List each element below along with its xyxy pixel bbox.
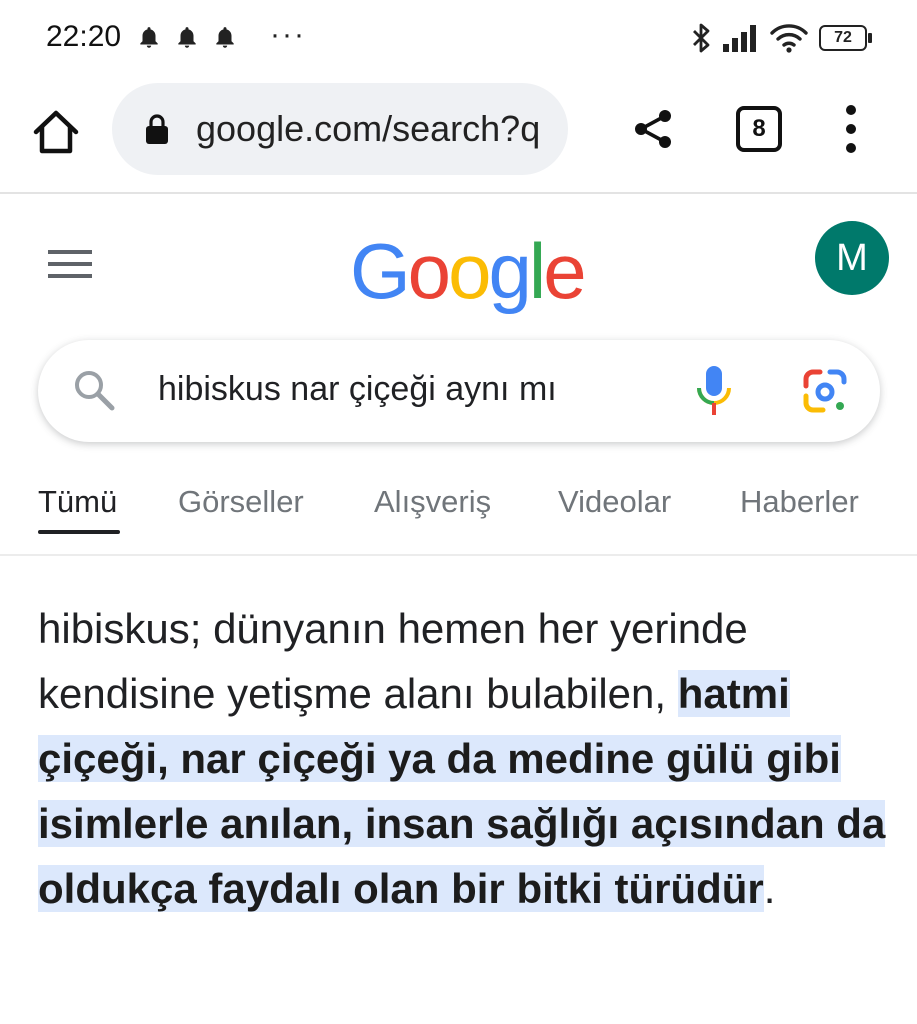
google-logo[interactable]: Google <box>350 226 587 317</box>
logo-letter: G <box>350 227 411 315</box>
tab-count: 8 <box>752 115 766 142</box>
snippet-text: hibiskus; dünyanın hemen her yerinde ken… <box>38 605 748 717</box>
bluetooth-icon <box>693 23 710 53</box>
tab-images[interactable]: Görseller <box>178 484 304 520</box>
search-tabs: Tümü Görseller Alışveriş Videolar Haberl… <box>0 468 917 556</box>
bell-icon <box>216 27 234 48</box>
system-icons: 72 <box>691 22 872 54</box>
more-notifications-icon: ··· <box>270 18 306 51</box>
share-icon[interactable] <box>630 106 676 152</box>
tab-switcher-button[interactable]: 8 <box>736 106 782 152</box>
search-box[interactable]: hibiskus nar çiçeği aynı mı <box>38 340 880 442</box>
battery-icon: 72 <box>819 25 872 51</box>
tab-shopping[interactable]: Alışveriş <box>374 484 491 520</box>
tab-videos[interactable]: Videolar <box>558 484 671 520</box>
address-bar[interactable]: google.com/search?q <box>112 83 568 175</box>
logo-letter: e <box>543 227 586 315</box>
bell-icon <box>178 27 196 48</box>
hamburger-menu-icon[interactable] <box>48 248 92 280</box>
logo-letter: g <box>488 227 531 315</box>
url-text: google.com/search?q <box>196 108 541 149</box>
search-icon[interactable] <box>72 368 116 412</box>
lock-icon <box>146 114 168 144</box>
more-vert-icon[interactable] <box>838 102 864 156</box>
snippet-end: . <box>763 865 776 912</box>
avatar[interactable]: M <box>815 221 889 295</box>
logo-letter: l <box>528 227 546 315</box>
signal-icon <box>723 25 756 52</box>
tab-all[interactable]: Tümü <box>38 484 117 520</box>
battery-level: 72 <box>834 29 852 46</box>
notification-icons <box>136 24 238 52</box>
status-time: 22:20 <box>46 20 122 53</box>
home-icon[interactable] <box>28 104 84 160</box>
browser-toolbar: google.com/search?q 8 <box>0 80 917 194</box>
bell-icon <box>140 27 158 48</box>
search-input[interactable]: hibiskus nar çiçeği aynı mı <box>158 370 557 409</box>
featured-snippet: hibiskus; dünyanın hemen her yerinde ken… <box>38 596 888 921</box>
tab-news[interactable]: Haberler <box>740 484 859 520</box>
logo-letter: o <box>448 227 491 315</box>
logo-letter: o <box>407 227 451 315</box>
active-tab-indicator <box>38 530 120 534</box>
microphone-icon[interactable] <box>694 364 734 418</box>
status-bar: 22:20 ··· 72 <box>0 0 917 80</box>
wifi-icon <box>770 24 808 53</box>
google-lens-icon[interactable] <box>802 368 848 414</box>
